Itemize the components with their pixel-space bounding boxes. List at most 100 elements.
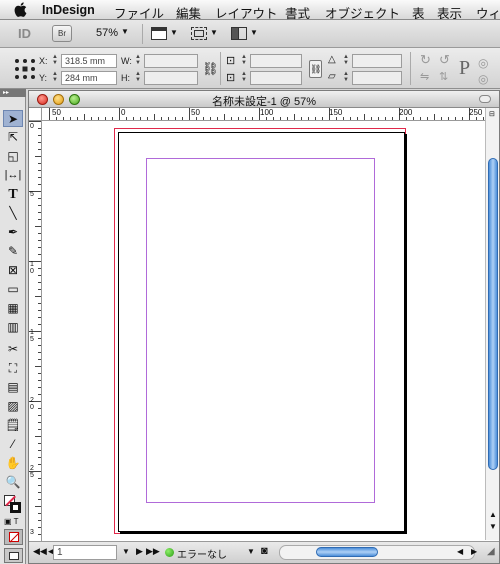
pasteboard[interactable] — [43, 122, 484, 541]
margin-guide — [146, 158, 375, 503]
vertical-ruler[interactable]: 0 5 1 0 1 5 2 0 2 5 3 — [29, 121, 42, 541]
formatting-container-icon[interactable]: ▣ T — [4, 517, 19, 526]
view-options-dropdown-icon[interactable]: ▼ — [170, 28, 178, 37]
scroll-right-icon[interactable]: ▶ — [471, 547, 477, 556]
line-tool-icon[interactable]: ╲ — [3, 205, 23, 222]
screen-mode-icon[interactable] — [191, 27, 207, 40]
y-stepper[interactable]: ▲ ▼ — [51, 71, 59, 85]
zoom-tool-icon[interactable]: 🔍 — [3, 474, 23, 491]
application-bar: ID Br 57% ▼ ▼ ▼ ▼ — [0, 20, 500, 48]
width-field[interactable] — [144, 54, 198, 68]
preflight-status-text[interactable]: エラーなし — [177, 546, 227, 561]
arrange-documents-icon[interactable] — [231, 27, 247, 40]
horizontal-ruler[interactable]: 50 0 50 100 150 200 250 — [42, 108, 485, 121]
rotation-angle-field[interactable] — [352, 54, 402, 68]
tools-panel-header[interactable]: ▸▸ — [0, 89, 26, 97]
horizontal-scrollbar[interactable] — [279, 545, 475, 560]
x-position-field[interactable]: 318.5 mm — [61, 54, 117, 68]
shear-angle-field[interactable] — [352, 71, 402, 85]
flip-horizontal-icon[interactable]: ⇋ — [420, 70, 429, 83]
y-label: Y: — [39, 73, 48, 83]
eyedropper-tool-icon[interactable]: ⁄ — [3, 436, 23, 453]
rotate-stepper[interactable]: ▲ ▼ — [342, 54, 350, 68]
zoom-dropdown-icon[interactable]: ▼ — [121, 27, 129, 36]
scissors-tool-icon[interactable]: ✂ — [3, 341, 23, 358]
rectangle-frame-tool-icon[interactable]: ⊠ — [3, 262, 23, 279]
select-container-icon[interactable]: ◎ — [478, 56, 488, 70]
app-name-menu[interactable]: InDesign — [42, 3, 95, 17]
ruler-h-label: 200 — [399, 108, 413, 117]
apply-none-button[interactable] — [4, 529, 23, 545]
shear-stepper[interactable]: ▲ ▼ — [342, 71, 350, 85]
horizontal-scroll-thumb[interactable] — [316, 547, 378, 557]
note-tool-icon[interactable]: 🗒 — [3, 417, 23, 434]
resize-grip-icon[interactable]: ◢ — [487, 546, 495, 557]
constrain-proportions-icon[interactable]: ⛓ — [202, 61, 219, 77]
type-tool-icon[interactable]: T — [3, 186, 23, 203]
scroll-up-icon[interactable]: ▲ — [489, 510, 497, 519]
bridge-button[interactable]: Br — [52, 25, 72, 42]
hand-tool-icon[interactable]: ✋ — [3, 455, 23, 472]
h-stepper[interactable]: ▲ ▼ — [134, 71, 142, 85]
w-stepper[interactable]: ▲ ▼ — [134, 54, 142, 68]
screen-mode-dropdown-icon[interactable]: ▼ — [210, 28, 218, 37]
screen-mode-normal-icon[interactable] — [4, 548, 23, 563]
fill-stroke-swatch-icon[interactable] — [4, 495, 22, 515]
y-position-field[interactable]: 284 mm — [61, 71, 117, 85]
pen-tool-icon[interactable]: ✒ — [3, 224, 23, 241]
scale-x-field[interactable] — [250, 54, 302, 68]
direct-selection-tool-icon[interactable]: ⇱ — [3, 129, 23, 146]
height-field[interactable] — [144, 71, 198, 85]
control-panel: X: ▲ ▼ 318.5 mm Y: ▲ ▼ 284 mm W: ▲ ▼ H: ▲ ▼ … — [0, 48, 500, 89]
view-options-icon[interactable] — [151, 27, 167, 40]
gradient-swatch-tool-icon[interactable]: ▤ — [3, 379, 23, 396]
rotate-ccw-icon[interactable]: ↺ — [439, 52, 450, 68]
next-page-icon[interactable]: ▶ — [136, 546, 143, 557]
rotate-cw-icon[interactable]: ↻ — [420, 52, 431, 68]
ruler-h-label: 250 — [469, 108, 483, 117]
reference-point-icon[interactable] — [14, 58, 36, 80]
apple-menu-icon[interactable] — [14, 2, 27, 17]
vertical-scrollbar[interactable]: ⊟ ▲ ▼ — [485, 108, 499, 540]
divider — [220, 52, 221, 85]
rectangle-tool-icon[interactable]: ▭ — [3, 281, 23, 298]
preflight-dropdown-icon[interactable]: ▼ — [247, 547, 255, 556]
select-content-icon[interactable]: ◎ — [478, 72, 488, 86]
page-number-field[interactable]: 1 — [53, 545, 117, 560]
h-label: H: — [121, 73, 130, 83]
scale-y-field[interactable] — [250, 71, 302, 85]
open-preflight-icon[interactable]: ◙ — [261, 545, 268, 557]
horizontal-grid-tool-icon[interactable]: ▦ — [3, 300, 23, 317]
page-dropdown-icon[interactable]: ▼ — [122, 547, 130, 556]
flip-vertical-icon[interactable]: ⇅ — [439, 70, 448, 83]
toolbar-toggle-icon[interactable] — [479, 95, 491, 103]
ruler-v-label: 1 5 — [30, 329, 34, 343]
ruler-origin[interactable] — [29, 108, 42, 121]
split-window-icon[interactable]: ⊟ — [489, 110, 495, 118]
constrain-scale-icon[interactable]: ⛓ — [309, 60, 322, 78]
scale-y-icon: ⊡ — [226, 72, 236, 84]
scale-x-icon: ⊡ — [226, 55, 236, 67]
page-tool-icon[interactable]: ◱ — [3, 148, 23, 165]
vertical-grid-tool-icon[interactable]: ▥ — [3, 319, 23, 336]
arrange-documents-dropdown-icon[interactable]: ▼ — [250, 28, 258, 37]
free-transform-tool-icon[interactable]: ⛶ — [3, 360, 23, 377]
scroll-down-icon[interactable]: ▼ — [489, 522, 497, 531]
scale-x-stepper[interactable]: ▲ ▼ — [240, 54, 248, 68]
gap-tool-icon[interactable]: |↔| — [3, 167, 23, 184]
first-page-icon[interactable]: ◀◀ — [33, 546, 47, 557]
gradient-feather-tool-icon[interactable]: ▨ — [3, 398, 23, 415]
zoom-level[interactable]: 57% — [96, 27, 118, 39]
selection-tool-icon[interactable]: ➤ — [3, 110, 23, 127]
menu-bar: InDesign ファイル 編集 レイアウト 書式 オブジェクト 表 表示 ウィ — [0, 0, 500, 21]
pencil-tool-icon[interactable]: ✎ — [3, 243, 23, 260]
vertical-scroll-thumb[interactable] — [488, 158, 498, 470]
w-label: W: — [121, 56, 132, 66]
scroll-left-icon[interactable]: ◀ — [457, 547, 463, 556]
last-page-icon[interactable]: ▶▶ — [146, 546, 160, 557]
x-stepper[interactable]: ▲ ▼ — [51, 54, 59, 68]
document-title-bar[interactable]: 名称未設定-1 @ 57% — [29, 91, 499, 108]
scale-y-stepper[interactable]: ▲ ▼ — [240, 71, 248, 85]
ruler-v-label: 2 5 — [30, 465, 34, 479]
ruler-v-label: 0 — [30, 123, 34, 130]
